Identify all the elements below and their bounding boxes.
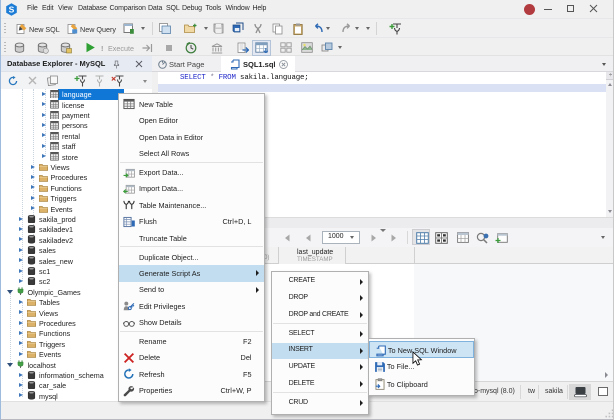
- svg-text:S: S: [9, 4, 15, 14]
